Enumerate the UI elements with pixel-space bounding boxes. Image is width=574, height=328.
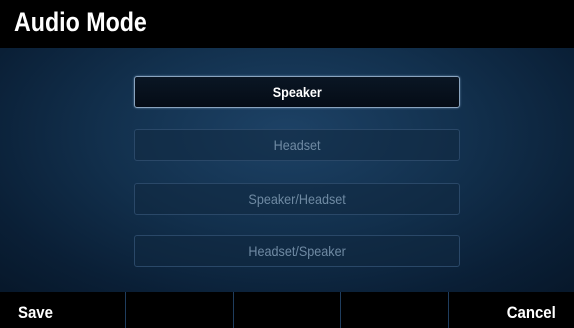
option-headset-speaker[interactable]: Headset/Speaker	[134, 235, 460, 267]
option-speaker-label: Speaker	[272, 84, 322, 100]
option-headset-speaker-label: Headset/Speaker	[248, 243, 346, 259]
softkey-bar: Save Cancel	[0, 292, 574, 328]
option-headset-label: Headset	[273, 137, 321, 153]
save-softkey[interactable]: Save	[0, 292, 125, 328]
option-speaker-headset-label: Speaker/Headset	[248, 191, 346, 207]
cancel-softkey[interactable]: Cancel	[448, 292, 574, 328]
softkey-3[interactable]	[232, 292, 341, 328]
page-title: Audio Mode	[14, 7, 147, 37]
options-panel: Speaker Headset Speaker/Headset Headset/…	[0, 48, 574, 292]
title-bar: Audio Mode	[0, 0, 574, 48]
save-softkey-label: Save	[18, 303, 53, 322]
audio-mode-screen: Audio Mode Speaker Headset Speaker/Heads…	[0, 0, 574, 328]
softkey-2[interactable]	[124, 292, 233, 328]
cancel-softkey-label: Cancel	[506, 303, 556, 322]
option-speaker-headset[interactable]: Speaker/Headset	[134, 183, 460, 215]
softkey-4[interactable]	[340, 292, 448, 328]
option-headset[interactable]: Headset	[134, 129, 460, 161]
option-speaker[interactable]: Speaker	[134, 76, 460, 108]
